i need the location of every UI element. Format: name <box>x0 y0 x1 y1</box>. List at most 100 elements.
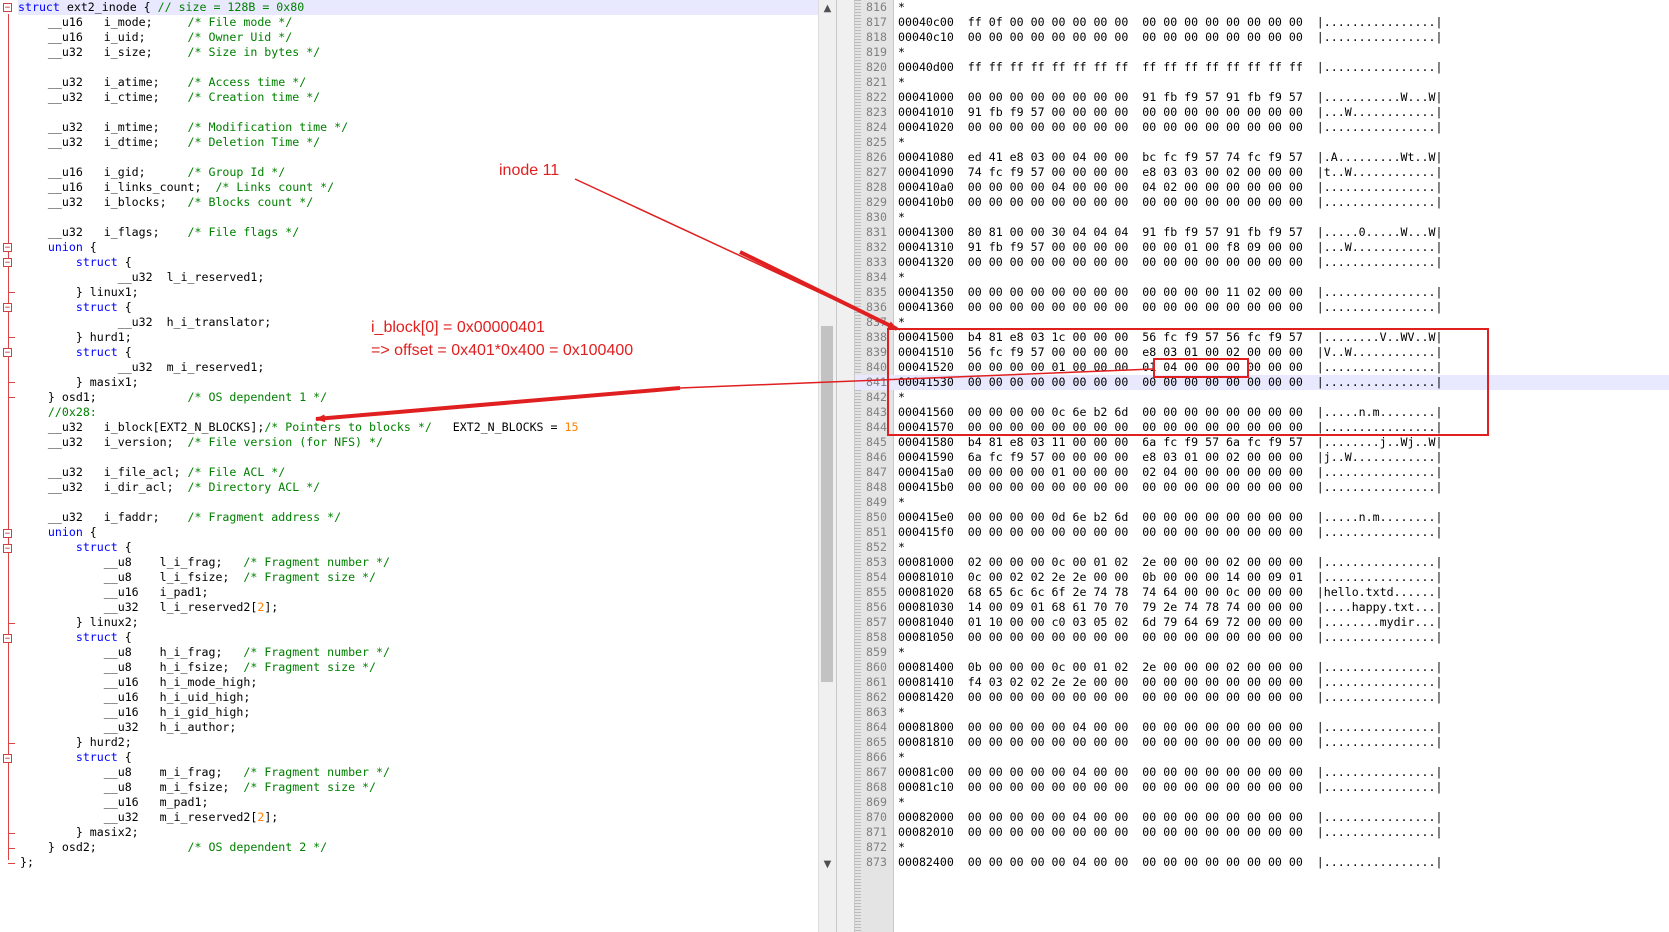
fold-toggle-icon[interactable]: − <box>3 544 12 554</box>
line-number: 827 <box>866 165 887 179</box>
code-token: __u16 i_links_count; <box>20 180 216 194</box>
fold-toggle-icon[interactable]: − <box>3 348 12 358</box>
code-token: __u32 i_dir_acl; <box>20 480 188 494</box>
hex-row: 819 * <box>855 45 1669 60</box>
line-number: 826 <box>866 150 887 164</box>
hex-dump-text: 00081010 0c 00 02 02 2e 2e 00 00 0b 00 0… <box>898 570 1443 584</box>
hex-row: 828 000410a0 00 00 00 00 04 00 00 00 04 0… <box>855 180 1669 195</box>
hex-dump-text: 000410b0 00 00 00 00 00 00 00 00 00 00 0… <box>898 195 1443 209</box>
hex-dump-pane[interactable]: 816 * 817 00040c00 ff 0f 00 00 00 00 00 00 … <box>855 0 1669 932</box>
code-line: __u16 h_i_gid_high; <box>20 705 251 720</box>
line-number: 841 <box>866 375 887 389</box>
code-token: __u32 i_atime; <box>20 75 188 89</box>
code-token: __u32 i_dtime; <box>20 135 188 149</box>
hex-row: 851 000415f0 00 00 00 00 00 00 00 00 00 0… <box>855 525 1669 540</box>
code-token: __u32 i_block[EXT2_N_BLOCKS]; <box>20 420 265 434</box>
code-token: __u32 m_i_reserved2[ <box>20 810 258 824</box>
hex-row: 862 00081420 00 00 00 00 00 00 00 00 00 0… <box>855 690 1669 705</box>
hex-row: 849 * <box>855 495 1669 510</box>
fold-toggle-icon[interactable]: − <box>3 303 12 313</box>
line-number: 870 <box>866 810 887 824</box>
hex-row: 829 000410b0 00 00 00 00 00 00 00 00 00 0… <box>855 195 1669 210</box>
code-editor-pane[interactable]: − − − − − − − − − struct ext2_inode { //… <box>0 0 836 932</box>
hex-dump-text: 00040d00 ff ff ff ff ff ff ff ff ff ff f… <box>898 60 1443 74</box>
line-number: 850 <box>866 510 887 524</box>
fold-toggle-icon[interactable]: − <box>3 529 12 539</box>
hex-dump-text: 00081040 01 10 00 00 c0 03 05 02 6d 79 6… <box>898 615 1443 629</box>
code-token: /* Fragment number */ <box>243 555 390 569</box>
code-token: __u16 i_mode; <box>20 15 188 29</box>
line-number: 837 <box>866 315 887 329</box>
hex-dump-text: 00081420 00 00 00 00 00 00 00 00 00 00 0… <box>898 690 1443 704</box>
code-token: __u32 i_flags; <box>20 225 188 239</box>
code-line: //0x28: <box>20 405 97 420</box>
hex-row: 858 00081050 00 00 00 00 00 00 00 00 00 0… <box>855 630 1669 645</box>
code-line: __u32 h_i_translator; <box>20 315 272 330</box>
line-number: 844 <box>866 420 887 434</box>
code-token: } osd2; <box>20 840 188 854</box>
code-line: __u8 h_i_frag; /* Fragment number */ <box>20 645 390 660</box>
fold-toggle-icon[interactable]: − <box>3 754 12 764</box>
code-line: } osd2; /* OS dependent 2 */ <box>20 840 327 855</box>
scroll-up-icon[interactable]: ▲ <box>819 0 836 17</box>
code-token: struct <box>20 630 118 644</box>
hex-dump-text: * <box>898 135 905 149</box>
fold-toggle-icon[interactable]: − <box>3 243 12 253</box>
hex-row: 853 00081000 02 00 00 00 0c 00 01 02 2e 0… <box>855 555 1669 570</box>
code-token: /* Fragment size */ <box>243 780 376 794</box>
hex-dump-text: * <box>898 645 905 659</box>
hex-dump-text: * <box>898 0 905 14</box>
code-token: { <box>117 630 132 644</box>
code-token: /* Pointers to blocks */ <box>264 420 432 434</box>
code-line: __u32 i_file_acl; /* File ACL */ <box>20 465 285 480</box>
code-token: /* OS dependent 2 */ <box>187 840 328 854</box>
code-token: union <box>20 525 83 539</box>
hex-dump-text: * <box>898 750 905 764</box>
code-token: { <box>117 750 132 764</box>
code-line: __u32 i_block[EXT2_N_BLOCKS];/* Pointers… <box>20 420 579 435</box>
pane-splitter[interactable] <box>836 0 855 932</box>
fold-margin[interactable]: − − − − − − − − − <box>0 0 18 932</box>
code-token: __u32 h_i_translator; <box>20 315 272 329</box>
hex-row: 871 00082010 00 00 00 00 00 00 00 00 00 0… <box>855 825 1669 840</box>
code-vertical-scrollbar[interactable]: ▲ ▼ <box>818 0 836 932</box>
hex-row: 835 00041350 00 00 00 00 00 00 00 00 00 0… <box>855 285 1669 300</box>
code-token: /* Owner Uid */ <box>187 30 293 44</box>
code-line: struct { <box>20 300 132 315</box>
code-token: /* Size in bytes */ <box>187 45 321 59</box>
line-number: 830 <box>866 210 887 224</box>
inode-11-label: inode 11 <box>499 162 560 179</box>
code-line: } masix2; <box>20 825 139 840</box>
hex-row: 832 00041310 91 fb f9 57 00 00 00 00 00 0… <box>855 240 1669 255</box>
code-token: struct <box>20 345 118 359</box>
hex-dump-text: * <box>898 45 905 59</box>
code-token: __u8 l_i_fsize; <box>20 570 244 584</box>
hex-row: 818 00040c10 00 00 00 00 00 00 00 00 00 0… <box>855 30 1669 45</box>
hex-row: 855 00081020 68 65 6c 6c 6f 2e 74 78 74 6… <box>855 585 1669 600</box>
hex-dump-text: * <box>898 540 905 554</box>
scrollbar-thumb[interactable] <box>821 326 833 682</box>
code-token: /* Fragment number */ <box>243 645 390 659</box>
line-number: 846 <box>866 450 887 464</box>
hex-dump-text: 00041590 6a fc f9 57 00 00 00 00 e8 03 0… <box>898 450 1443 464</box>
code-line: __u16 i_links_count; /* Links count */ <box>20 180 334 195</box>
fold-toggle-icon[interactable]: − <box>3 258 12 268</box>
code-token: __u32 i_file_acl; <box>20 465 188 479</box>
line-number: 869 <box>866 795 887 809</box>
line-number: 820 <box>866 60 887 74</box>
line-number: 842 <box>866 390 887 404</box>
fold-toggle-icon[interactable]: − <box>3 634 12 644</box>
hex-row: 866 * <box>855 750 1669 765</box>
code-token: { <box>117 255 132 269</box>
scroll-down-icon[interactable]: ▼ <box>819 856 836 873</box>
hex-dump-text: 000415a0 00 00 00 00 01 00 00 00 02 04 0… <box>898 465 1443 479</box>
code-token: __u32 l_i_reserved2[ <box>20 600 258 614</box>
hex-row: 852 * <box>855 540 1669 555</box>
line-number: 858 <box>866 630 887 644</box>
code-token: /* File ACL */ <box>187 465 286 479</box>
code-line: __u32 i_dir_acl; /* Directory ACL */ <box>20 480 320 495</box>
hex-dump-text: 00081020 68 65 6c 6c 6f 2e 74 78 74 64 0… <box>898 585 1443 599</box>
hex-row: 850 000415e0 00 00 00 00 0d 6e b2 6d 00 0… <box>855 510 1669 525</box>
fold-toggle-icon[interactable]: − <box>3 3 12 13</box>
code-line: struct { <box>20 345 132 360</box>
